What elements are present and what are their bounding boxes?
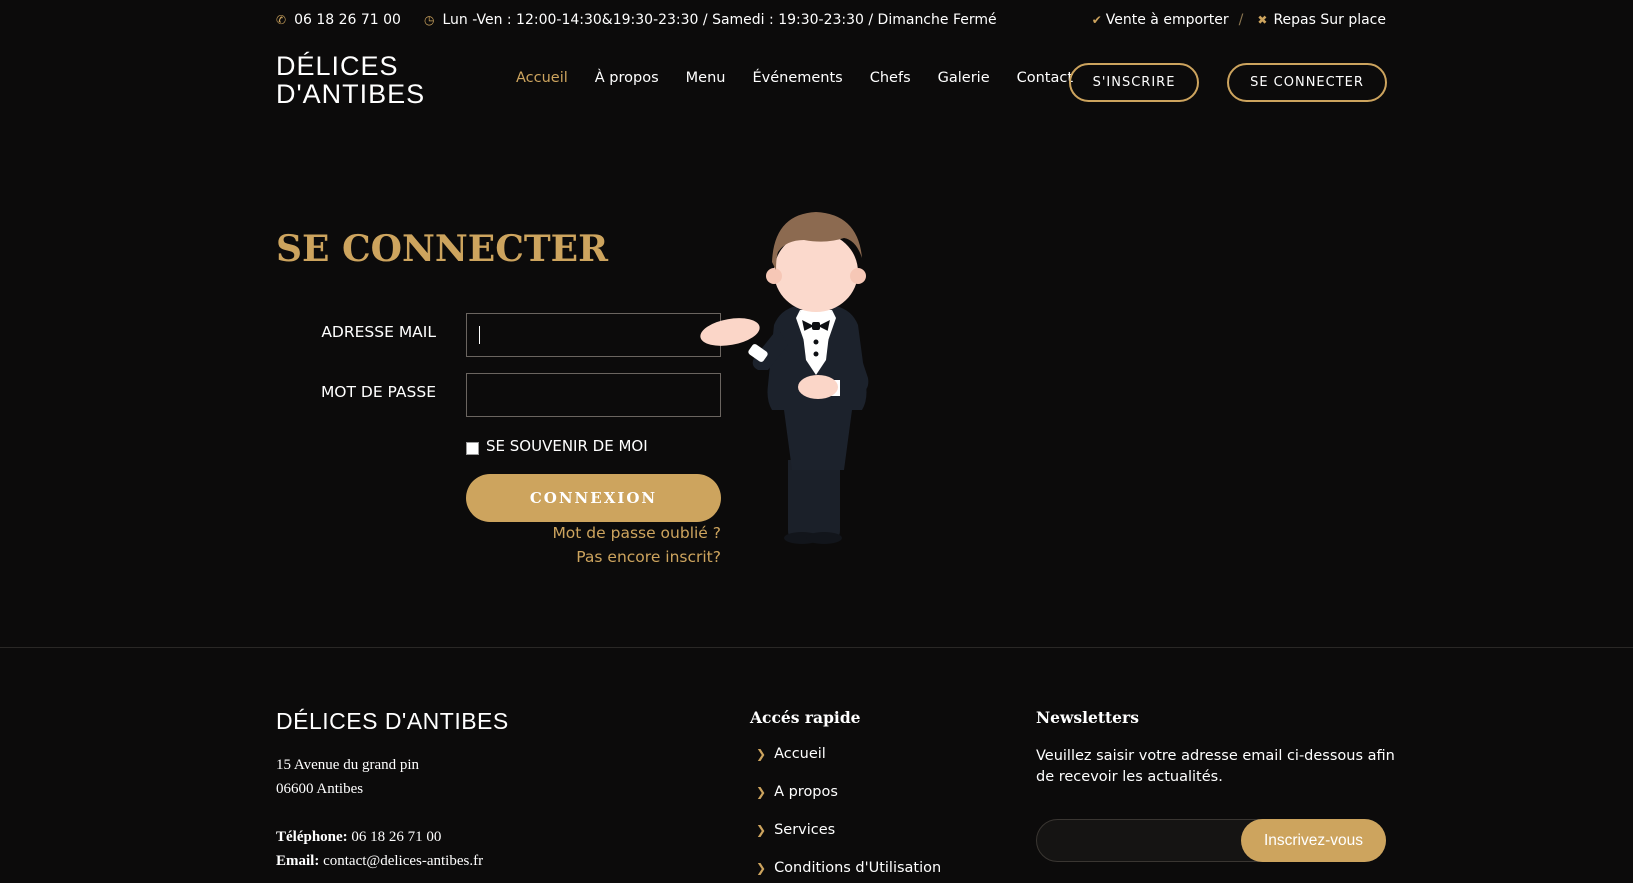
clock-icon: ◷ bbox=[424, 13, 435, 27]
logo-line-2: D'ANTIBES bbox=[276, 79, 426, 109]
quick-access-heading: Accés rapide bbox=[750, 708, 861, 727]
chevron-right-icon: ❯ bbox=[756, 823, 767, 837]
chevron-right-icon: ❯ bbox=[756, 785, 767, 799]
email-label: ADRESSE MAIL bbox=[321, 323, 436, 341]
top-bar: ✆ 06 18 26 71 00 ◷ Lun -Ven : 12:00-14:3… bbox=[276, 0, 1386, 40]
service-options: ✔ Vente à emporter / ✖ Repas Sur place bbox=[1092, 12, 1386, 28]
waiter-illustration bbox=[700, 212, 869, 544]
remember-checkbox[interactable] bbox=[466, 442, 479, 455]
takeaway-label: Vente à emporter bbox=[1105, 12, 1229, 28]
main-nav: Accueil À propos Menu Événements Chefs G… bbox=[516, 70, 1100, 86]
newsletter-subscribe-button[interactable]: Inscrivez-vous bbox=[1241, 819, 1386, 862]
footer-phone: Téléphone: 06 18 26 71 00 bbox=[276, 829, 441, 846]
newsletter-email-input[interactable] bbox=[1049, 820, 1249, 861]
chevron-right-icon: ❯ bbox=[756, 861, 767, 875]
footer-link-accueil[interactable]: ❯ Accueil bbox=[756, 746, 826, 762]
register-button[interactable]: S'INSCRIRE bbox=[1069, 63, 1199, 102]
opening-hours: Lun -Ven : 12:00-14:30&19:30-23:30 / Sam… bbox=[442, 12, 997, 28]
dine-in-label: Repas Sur place bbox=[1273, 12, 1386, 28]
page-title: SE CONNECTER bbox=[276, 228, 609, 270]
footer-link-services[interactable]: ❯ Services bbox=[756, 822, 835, 838]
footer-link-label: Accueil bbox=[774, 746, 826, 762]
footer-link-conditions[interactable]: ❯ Conditions d'Utilisation bbox=[756, 860, 941, 876]
separator: / bbox=[1238, 12, 1244, 28]
connexion-button[interactable]: CONNEXION bbox=[466, 474, 721, 522]
footer-link-label: Services bbox=[774, 822, 836, 838]
logo-line-1: DÉLICES bbox=[276, 51, 399, 81]
text-caret bbox=[479, 326, 480, 344]
address-line-2: 06600 Antibes bbox=[276, 781, 364, 797]
password-label: MOT DE PASSE bbox=[320, 383, 436, 401]
newsletter-description: Veuillez saisir votre adresse email ci-d… bbox=[1036, 748, 1395, 785]
nav-chefs[interactable]: Chefs bbox=[870, 70, 911, 86]
footer-link-label: A propos bbox=[774, 784, 838, 800]
nav-galerie[interactable]: Galerie bbox=[938, 70, 990, 86]
remember-label: SE SOUVENIR DE MOI bbox=[486, 436, 648, 455]
check-icon: ✔ bbox=[1091, 13, 1102, 27]
nav-accueil[interactable]: Accueil bbox=[516, 70, 568, 86]
phone-number: 06 18 26 71 00 bbox=[294, 12, 401, 28]
email-value[interactable]: contact@delices-antibes.fr bbox=[323, 853, 483, 869]
email-label-footer: Email: bbox=[276, 853, 320, 869]
nav-menu[interactable]: Menu bbox=[686, 70, 726, 86]
newsletter-heading: Newsletters bbox=[1036, 708, 1139, 727]
cross-icon: ✖ bbox=[1257, 13, 1268, 27]
site-logo[interactable]: DÉLICES D'ANTIBES bbox=[276, 52, 425, 108]
footer-brand: DÉLICES D'ANTIBES bbox=[276, 708, 509, 734]
phone-label: Téléphone: bbox=[276, 829, 348, 845]
register-link[interactable]: Pas encore inscrit? bbox=[576, 548, 721, 566]
header-login-button[interactable]: SE CONNECTER bbox=[1227, 63, 1387, 102]
address-line-1: 15 Avenue du grand pin bbox=[276, 757, 420, 773]
phone-icon: ✆ bbox=[276, 13, 287, 27]
footer-email: Email: contact@delices-antibes.fr bbox=[276, 853, 483, 870]
phone-info: ✆ 06 18 26 71 00 bbox=[276, 12, 401, 28]
chevron-right-icon: ❯ bbox=[756, 747, 767, 761]
footer-link-label: Conditions d'Utilisation bbox=[774, 860, 942, 876]
password-field[interactable] bbox=[466, 373, 721, 417]
newsletter-form: Inscrivez-vous bbox=[1036, 819, 1386, 862]
footer-divider bbox=[0, 647, 1633, 648]
nav-contact[interactable]: Contact bbox=[1017, 70, 1073, 86]
footer-link-a-propos[interactable]: ❯ A propos bbox=[756, 784, 838, 800]
phone-value: 06 18 26 71 00 bbox=[351, 829, 442, 845]
nav-a-propos[interactable]: À propos bbox=[595, 70, 659, 86]
remember-me[interactable]: SE SOUVENIR DE MOI bbox=[466, 436, 648, 455]
hours-info: ◷ Lun -Ven : 12:00-14:30&19:30-23:30 / S… bbox=[424, 12, 997, 28]
email-field[interactable] bbox=[466, 313, 721, 357]
nav-evenements[interactable]: Événements bbox=[752, 70, 842, 86]
